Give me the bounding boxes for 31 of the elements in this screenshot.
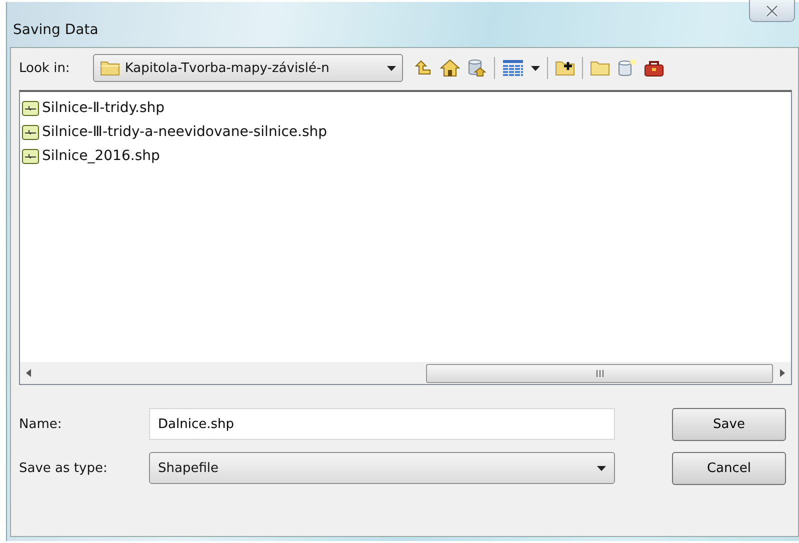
new-database-icon[interactable] <box>616 58 637 78</box>
caret-icon <box>597 466 606 470</box>
cancel-button[interactable]: Cancel <box>672 452 786 484</box>
database-home-icon[interactable] <box>466 58 487 78</box>
look-in-dropdown[interactable]: Kapitola-Tvorba-mapy-závislé-n <box>92 54 403 82</box>
table-view-icon[interactable] <box>502 58 524 78</box>
line-shapefile-icon <box>22 148 39 164</box>
save-as-type-label: Save as type: <box>19 460 108 476</box>
caret-icon[interactable] <box>530 66 540 70</box>
close-icon <box>765 4 779 16</box>
close-button[interactable] <box>749 0 795 22</box>
scroll-thumb[interactable] <box>426 364 773 382</box>
file-item[interactable]: Silnice_2016.shp <box>22 144 789 168</box>
home-icon[interactable] <box>440 58 460 78</box>
line-shapefile-icon <box>22 124 39 140</box>
line-shapefile-icon <box>22 100 39 116</box>
caret-icon <box>386 66 396 70</box>
right-arrow-icon[interactable] <box>779 369 785 377</box>
window-title: Saving Data <box>13 22 98 38</box>
name-label: Name: <box>19 416 63 432</box>
save-as-type-dropdown[interactable]: Shapefile <box>149 452 615 484</box>
file-item[interactable]: Silnice-Ⅱ-tridy.shp <box>22 96 789 120</box>
name-field[interactable]: Dalnice.shp <box>149 408 615 440</box>
grip-icon <box>594 370 604 376</box>
horizontal-scrollbar[interactable] <box>20 362 791 384</box>
left-arrow-icon[interactable] <box>26 369 32 377</box>
file-item[interactable]: Silnice-Ⅲ-tridy-a-neevidovane-silnice.shp <box>22 120 789 144</box>
toolbox-icon[interactable] <box>644 58 664 78</box>
look-in-label: Look in: <box>19 60 70 76</box>
save-button[interactable]: Save <box>672 408 786 440</box>
folder-icon <box>100 60 120 76</box>
